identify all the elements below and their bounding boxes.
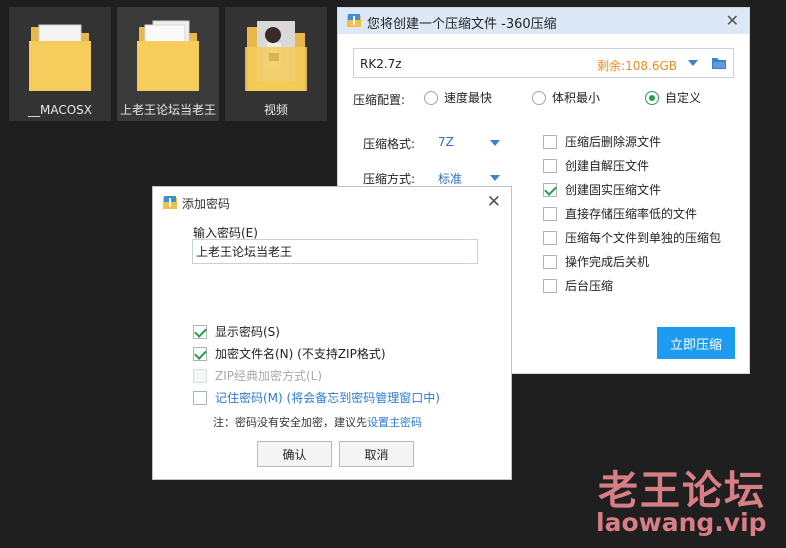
radio-label: 速度最快 <box>444 91 493 105</box>
watermark-url: laowang.vip <box>596 508 767 537</box>
radio-indicator[interactable] <box>532 90 546 105</box>
option-separate-archives[interactable]: 压缩每个文件到单独的压缩包 <box>543 229 721 246</box>
radio-fastest[interactable]: 速度最快 <box>424 89 492 106</box>
folder-macosx[interactable]: __MACOSX <box>9 7 111 121</box>
checkbox[interactable] <box>193 390 207 405</box>
option-label: 显示密码(S) <box>215 325 280 339</box>
confirm-button[interactable]: 确认 <box>257 441 332 467</box>
option-store-low-ratio[interactable]: 直接存储压缩率低的文件 <box>543 205 697 222</box>
security-note: 注：密码没有安全加密，建议先设置主密码 <box>213 414 422 430</box>
format-select[interactable]: 7Z <box>438 135 454 149</box>
compress-window-titlebar[interactable]: 您将创建一个压缩文件 -360压缩 ✕ <box>338 8 749 34</box>
option-label: 后台压缩 <box>565 279 614 293</box>
radio-label: 自定义 <box>665 91 702 105</box>
note-text: 注：密码没有安全加密，建议先 <box>213 416 367 429</box>
archive-app-icon <box>347 14 361 27</box>
checkbox[interactable] <box>543 206 557 221</box>
checkbox-checked[interactable] <box>193 324 207 339</box>
checkbox[interactable] <box>543 134 557 149</box>
option-label: 直接存储压缩率低的文件 <box>565 207 698 221</box>
close-icon[interactable]: ✕ <box>487 192 501 212</box>
config-label: 压缩配置: <box>353 93 406 107</box>
method-select[interactable]: 标准 <box>438 170 462 187</box>
radio-indicator[interactable] <box>424 90 438 105</box>
option-label: 创建固实压缩文件 <box>565 183 662 197</box>
checkbox[interactable] <box>543 278 557 293</box>
checkbox[interactable] <box>543 254 557 269</box>
option-label: 压缩每个文件到单独的压缩包 <box>565 231 722 245</box>
radio-smallest[interactable]: 体积最小 <box>532 89 600 106</box>
option-label: 加密文件名(N) (不支持ZIP格式) <box>215 347 386 361</box>
format-label: 压缩格式: <box>363 137 416 151</box>
output-filename[interactable]: RK2.7z <box>360 57 402 71</box>
password-dialog: 添加密码 ✕ 输入密码(E) 上老王论坛当老王 显示密码(S) 加密文件名(N)… <box>152 186 512 480</box>
folder-icon <box>29 24 91 91</box>
set-master-password-link[interactable]: 设置主密码 <box>367 416 422 429</box>
browse-folder-icon[interactable] <box>712 57 726 69</box>
option-zip-classic: ZIP经典加密方式(L) <box>193 367 322 384</box>
checkbox[interactable] <box>543 230 557 245</box>
option-label: 操作完成后关机 <box>565 255 650 269</box>
chevron-down-icon[interactable] <box>687 58 699 68</box>
cancel-button[interactable]: 取消 <box>339 441 414 467</box>
close-icon[interactable]: ✕ <box>726 11 739 30</box>
radio-indicator-selected[interactable] <box>645 90 659 105</box>
option-shutdown[interactable]: 操作完成后关机 <box>543 253 649 270</box>
dialog-title: 添加密码 <box>182 197 231 211</box>
method-label: 压缩方式: <box>363 172 416 186</box>
chevron-down-icon[interactable] <box>490 174 500 182</box>
free-space: 剩余:108.6GB <box>597 59 677 73</box>
checkbox[interactable] <box>543 158 557 173</box>
checkbox-checked[interactable] <box>193 346 207 361</box>
option-label: 创建自解压文件 <box>565 159 650 173</box>
option-show-password[interactable]: 显示密码(S) <box>193 323 280 340</box>
folder-laowang[interactable]: 上老王论坛当老王 <box>117 7 219 121</box>
folder-icon <box>245 21 307 91</box>
checkbox-disabled <box>193 368 207 383</box>
option-remember-password[interactable]: 记住密码(M) (将会备忘到密码管理窗口中) <box>193 389 440 406</box>
password-input[interactable]: 上老王论坛当老王 <box>192 239 478 264</box>
option-encrypt-filenames[interactable]: 加密文件名(N) (不支持ZIP格式) <box>193 345 386 362</box>
radio-label: 体积最小 <box>552 91 601 105</box>
option-solid-archive[interactable]: 创建固实压缩文件 <box>543 181 661 198</box>
compress-now-button[interactable]: 立即压缩 <box>657 327 735 359</box>
folder-video[interactable]: 视频 <box>225 7 327 121</box>
checkbox-checked[interactable] <box>543 182 557 197</box>
folder-icon <box>137 20 199 91</box>
radio-custom[interactable]: 自定义 <box>645 89 701 106</box>
chevron-down-icon[interactable] <box>490 139 500 147</box>
option-delete-source[interactable]: 压缩后删除源文件 <box>543 133 661 150</box>
archive-app-icon <box>163 196 177 209</box>
folder-name: __MACOSX <box>27 103 92 117</box>
output-path-field[interactable]: RK2.7z 剩余:108.6GB <box>353 48 734 78</box>
password-dialog-titlebar[interactable]: 添加密码 ✕ <box>153 187 511 217</box>
option-self-extract[interactable]: 创建自解压文件 <box>543 157 649 174</box>
option-background[interactable]: 后台压缩 <box>543 277 613 294</box>
window-title: 您将创建一个压缩文件 -360压缩 <box>367 17 557 32</box>
option-label: 压缩后删除源文件 <box>565 135 662 149</box>
option-label: 记住密码(M) (将会备忘到密码管理窗口中) <box>215 391 440 405</box>
option-label: ZIP经典加密方式(L) <box>215 369 323 383</box>
folder-name: 视频 <box>263 103 288 117</box>
folder-name: 上老王论坛当老王 <box>119 103 216 117</box>
